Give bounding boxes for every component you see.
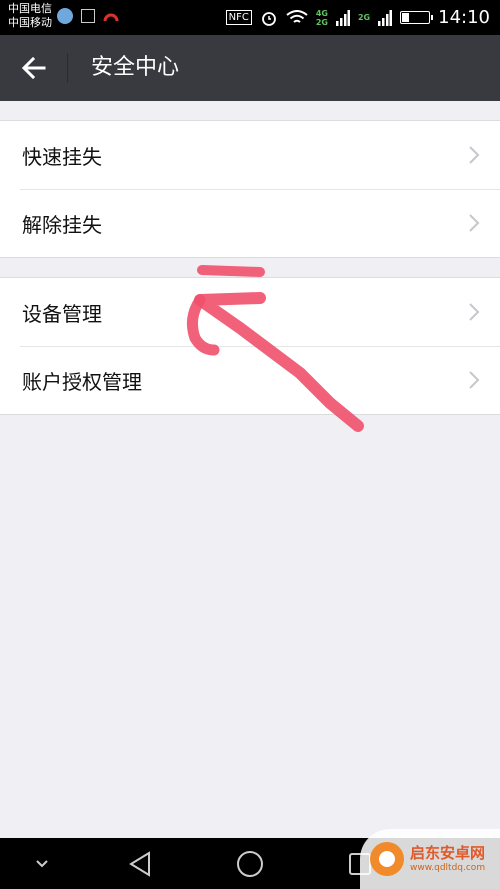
chevron-right-icon: [469, 371, 480, 389]
hide-nav-button[interactable]: [12, 838, 72, 889]
list-item-report-loss[interactable]: 快速挂失: [0, 121, 500, 189]
network-type-2: 2G: [358, 13, 370, 22]
chevron-right-icon: [469, 146, 480, 164]
nfc-icon: NFC: [225, 10, 252, 25]
watermark-logo-icon: [370, 842, 404, 876]
arrow-left-icon: [22, 57, 46, 79]
speedometer-icon: [103, 13, 119, 22]
app-notification-icon: [57, 8, 73, 24]
battery-icon: [400, 11, 434, 24]
alarm-icon: [261, 11, 276, 26]
network-2g-label: 2G: [315, 17, 328, 27]
list-item-device-management[interactable]: 设备管理: [0, 278, 500, 346]
watermark: 启东安卓网 www.qdltdq.com: [360, 829, 500, 889]
page-title: 安全中心: [91, 55, 180, 80]
list-item-label: 解除挂失: [22, 212, 102, 237]
wifi-icon: [286, 9, 308, 23]
settings-group-2: 设备管理 账户授权管理: [0, 277, 500, 415]
list-item-label: 设备管理: [22, 301, 102, 326]
chevron-down-icon: [36, 859, 48, 867]
watermark-text: 启东安卓网 www.qdltdq.com: [410, 844, 485, 874]
image-notification-icon: [81, 9, 95, 23]
status-icons: NFC 4G 2G 2G 14:10: [225, 0, 490, 35]
app-header: 安全中心: [0, 35, 500, 101]
header-divider: [67, 53, 68, 83]
carrier-2: 中国移动: [8, 16, 52, 29]
watermark-name: 启东安卓网: [410, 844, 486, 862]
settings-group-1: 快速挂失 解除挂失: [0, 120, 500, 258]
battery-fill: [402, 13, 410, 22]
chevron-right-icon: [469, 214, 480, 232]
signal-icon-2: [378, 9, 393, 26]
watermark-url: www.qdltdq.com: [410, 863, 486, 873]
list-item-label: 快速挂失: [22, 144, 102, 169]
list-item-account-authorization[interactable]: 账户授权管理: [0, 346, 500, 414]
network-type: 4G 2G: [316, 9, 328, 27]
carrier-names: 中国电信 中国移动: [8, 2, 52, 30]
back-button[interactable]: [14, 49, 54, 87]
status-bar: 中国电信 中国移动 NFC 4G 2G 2G 14:10: [0, 0, 500, 35]
list-item-label: 账户授权管理: [22, 369, 142, 394]
signal-icon-1: [335, 9, 350, 26]
home-circle-icon: [237, 850, 263, 877]
back-triangle-icon: [129, 850, 150, 877]
nav-home-button[interactable]: [220, 838, 280, 889]
nav-back-button[interactable]: [110, 838, 170, 889]
chevron-right-icon: [469, 303, 480, 321]
list-item-cancel-loss[interactable]: 解除挂失: [0, 189, 500, 257]
network-2g-label-2: 2G: [357, 13, 371, 22]
notification-icons: [57, 8, 119, 24]
carrier-1: 中国电信: [8, 2, 52, 15]
network-4g-label: 4G: [315, 8, 328, 18]
clock: 14:10: [438, 7, 490, 28]
